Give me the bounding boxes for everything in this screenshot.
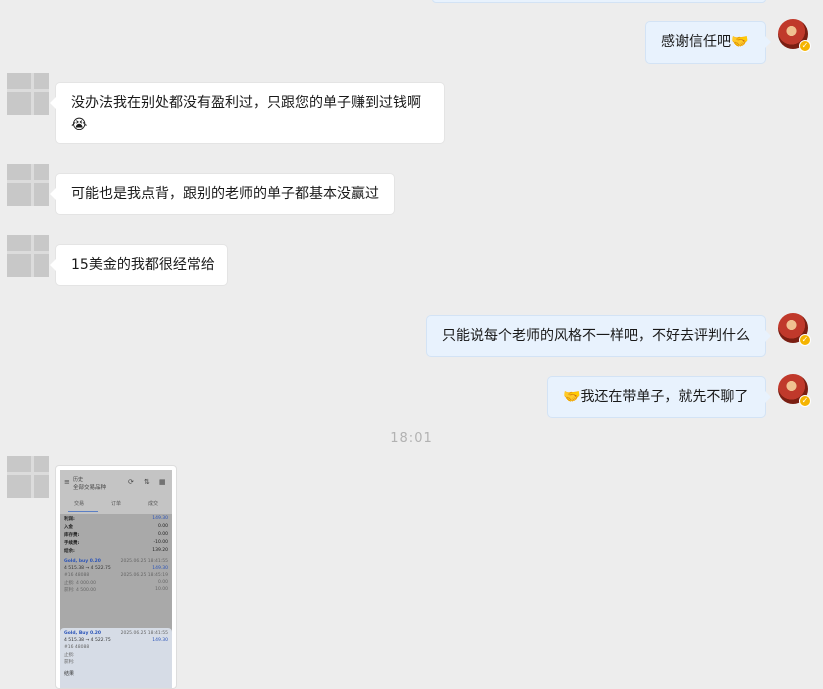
tab-trades: 交易 bbox=[74, 501, 85, 507]
header-small-label: 历史 bbox=[73, 477, 84, 483]
verified-badge-icon: ✓ bbox=[799, 40, 811, 52]
verified-badge-icon: ✓ bbox=[799, 334, 811, 346]
message-text: 我还在带单子，就先不聊了 bbox=[580, 389, 749, 405]
message-bubble-outgoing[interactable]: 感谢信任吧🤝 bbox=[645, 21, 771, 64]
tab-deals: 成交 bbox=[148, 501, 159, 507]
trade-detail: 止损: bbox=[64, 653, 75, 658]
trade-detail: 止损: bbox=[64, 581, 75, 586]
summary-value: 0.00 bbox=[157, 532, 168, 537]
verified-badge-icon: ✓ bbox=[799, 395, 811, 407]
trade-prices: 4 515.38 → 4 522.75 bbox=[64, 638, 111, 643]
contact-avatar[interactable] bbox=[7, 235, 49, 277]
calendar-icon: ▦ bbox=[159, 478, 166, 486]
screenshot-header: ≡ 历史 全部交易品种 ⟳ ⇅ ▦ 交易 订单 成交 bbox=[60, 470, 172, 514]
message-text: 15美金的我都很经常给 bbox=[71, 257, 215, 273]
message-text: 只能说每个老师的风格不一样吧，不好去评判什么 bbox=[442, 328, 750, 344]
crying-face-emoji-icon: 😭 bbox=[71, 117, 88, 133]
trade-detail: 0.00 bbox=[157, 580, 168, 585]
message-bubble-incoming[interactable]: 15美金的我都很经常给 bbox=[50, 244, 228, 286]
summary-value: 0.00 bbox=[157, 524, 168, 529]
message-bubble-incoming[interactable]: 没办法我在别处都没有盈利过，只跟您的单子赚到过钱啊 😭 bbox=[50, 82, 445, 144]
trade-detail: 获利: bbox=[64, 660, 75, 665]
trade-detail: #16 48088 bbox=[64, 573, 90, 578]
summary-value: 149.30 bbox=[152, 516, 168, 521]
trade-title: Gold, Buy 0.20 bbox=[64, 631, 102, 636]
card-footer-label: 结果 bbox=[64, 671, 75, 677]
tab-orders: 订单 bbox=[111, 501, 122, 507]
trade-detail: 2025.06.25 18:45:19 bbox=[120, 573, 168, 578]
trade-history-screenshot: ≡ 历史 全部交易品种 ⟳ ⇅ ▦ 交易 订单 成交 利润: 149.30 入金 0… bbox=[60, 470, 172, 688]
trade-detail-card: Gold, Buy 0.20 2025.06.25 18:41:55 4 515.… bbox=[60, 628, 172, 688]
summary-label: 结余: bbox=[64, 549, 75, 554]
trade-profit: 149.30 bbox=[152, 566, 168, 571]
screenshot-summary: 利润: 149.30 入金 0.00 库存费: 0.00 手续费: -10.00 结余:… bbox=[60, 514, 172, 596]
trade-detail: 获利: bbox=[64, 588, 75, 593]
message-bubble-outgoing[interactable]: 只能说每个老师的风格不一样吧，不好去评判什么 bbox=[426, 315, 771, 357]
message-text: 感谢信任吧 bbox=[661, 34, 731, 50]
trade-detail: 4 500.00 bbox=[75, 588, 97, 593]
summary-value: 139.20 bbox=[152, 548, 168, 553]
trade-time: 2025.06.25 18:41:55 bbox=[120, 631, 168, 636]
trade-detail: 10.00 bbox=[155, 587, 168, 592]
menu-icon: ≡ bbox=[64, 478, 70, 486]
header-title: 全部交易品种 bbox=[73, 485, 107, 491]
message-text: 可能也是我点背，跟别的老师的单子都基本没赢过 bbox=[71, 186, 379, 202]
message-bubble-incoming[interactable]: 可能也是我点背，跟别的老师的单子都基本没赢过 bbox=[50, 173, 395, 215]
sort-icon: ⇅ bbox=[144, 478, 150, 486]
partial-outgoing-bubble bbox=[432, 0, 766, 3]
contact-avatar[interactable] bbox=[7, 456, 49, 498]
trade-time: 2025.06.25 18:41:55 bbox=[120, 559, 168, 564]
trade-detail: 4 000.00 bbox=[75, 581, 97, 586]
summary-label: 库存费: bbox=[64, 533, 80, 538]
message-bubble-outgoing[interactable]: 🤝我还在带单子，就先不聊了 bbox=[547, 376, 771, 418]
self-avatar[interactable]: ✓ bbox=[778, 374, 811, 407]
message-timestamp: 18:01 bbox=[390, 431, 433, 446]
summary-label: 入金 bbox=[64, 525, 73, 530]
handshake-emoji-icon: 🤝 bbox=[563, 389, 581, 405]
contact-avatar[interactable] bbox=[7, 164, 49, 206]
self-avatar[interactable]: ✓ bbox=[778, 313, 811, 346]
message-text: 没办法我在别处都没有盈利过，只跟您的单子赚到过钱啊 bbox=[71, 95, 421, 111]
trade-title: Gold, buy 0.20 bbox=[64, 559, 101, 564]
trade-prices: 4 515.38 → 4 522.75 bbox=[64, 566, 111, 571]
self-avatar[interactable]: ✓ bbox=[778, 19, 811, 52]
refresh-icon: ⟳ bbox=[128, 478, 134, 486]
contact-avatar[interactable] bbox=[7, 73, 49, 115]
summary-value: -10.00 bbox=[153, 540, 168, 545]
trade-profit: 149.30 bbox=[152, 638, 168, 643]
summary-label: 手续费: bbox=[64, 541, 80, 546]
handshake-emoji-icon: 🤝 bbox=[731, 34, 749, 50]
image-message-trade-screenshot[interactable]: ≡ 历史 全部交易品种 ⟳ ⇅ ▦ 交易 订单 成交 利润: 149.30 入金 0… bbox=[55, 465, 177, 689]
summary-label: 利润: bbox=[64, 517, 75, 522]
trade-detail: #16 48088 bbox=[64, 645, 90, 650]
active-tab-indicator bbox=[68, 511, 98, 512]
